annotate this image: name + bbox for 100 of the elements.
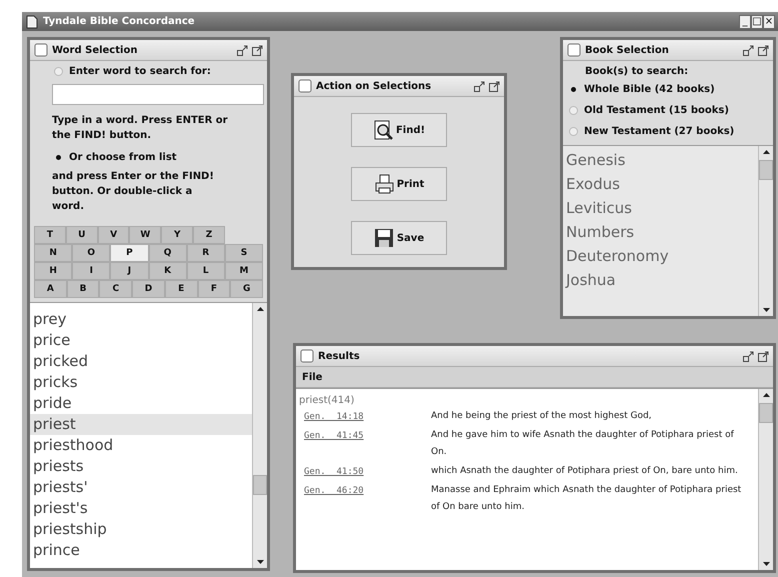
letter-tab[interactable]: Y	[161, 226, 194, 244]
scroll-up-arrow-icon[interactable]	[762, 393, 770, 397]
verse-link[interactable]: Gen. 41:50	[299, 467, 419, 480]
window-title: Tyndale Bible Concordance	[43, 16, 195, 27]
book-list-item[interactable]: Exodus	[563, 172, 758, 196]
letter-tab[interactable]: Z	[193, 226, 225, 244]
letter-tab[interactable]: P	[110, 244, 149, 262]
printer-icon	[374, 174, 394, 194]
letter-tab[interactable]: Q	[148, 244, 187, 262]
scroll-down-arrow-icon[interactable]	[762, 308, 770, 312]
letter-tab[interactable]: V	[98, 226, 130, 244]
radio-label[interactable]: Whole Bible (42 books)	[584, 84, 715, 95]
letter-tab[interactable]: H	[34, 262, 72, 280]
window-control-button[interactable]: □	[751, 14, 763, 28]
prompt-label: Book(s) to search:	[584, 65, 690, 78]
window-icon	[300, 349, 314, 363]
radio-label[interactable]: Old Testament (15 books)	[584, 105, 729, 116]
window-control-button[interactable]: _	[739, 14, 751, 28]
letter-tab[interactable]: A	[34, 280, 67, 298]
scroll-up-arrow-icon[interactable]	[256, 307, 264, 311]
maximize-icon[interactable]	[252, 44, 263, 56]
radio-button[interactable]	[569, 127, 578, 136]
word-list-item[interactable]: pricks	[30, 372, 252, 393]
window-title: Action on Selections	[316, 80, 432, 92]
radio-button[interactable]	[54, 67, 63, 76]
word-list-item[interactable]: priestship	[30, 519, 252, 540]
letter-tab[interactable]: R	[186, 244, 225, 262]
book-list-item[interactable]: Leviticus	[563, 196, 758, 220]
word-list-item[interactable]: prince	[30, 540, 252, 561]
window-icon	[567, 43, 581, 57]
letter-tab[interactable]: M	[224, 262, 264, 280]
radio-label[interactable]: Enter word to search for:	[69, 66, 211, 77]
scroll-thumb[interactable]	[253, 475, 267, 495]
verse-text: which Asnath the daughter of Potiphara priest of On, bare unto him.	[431, 465, 739, 478]
word-list-item[interactable]: prey	[30, 309, 252, 330]
radio-button[interactable]	[569, 85, 578, 94]
word-list-item[interactable]: priesthood	[30, 435, 252, 456]
app-icon	[25, 14, 39, 28]
scroll-up-arrow-icon[interactable]	[762, 150, 770, 154]
help-text: Type in a word. Press ENTER or the FIND! button.	[51, 114, 229, 143]
book-list-item[interactable]: Joshua	[563, 268, 758, 292]
verse-link[interactable]: Gen. 41:45	[299, 431, 419, 461]
letter-tab[interactable]: I	[72, 262, 110, 280]
letter-tab[interactable]: C	[99, 280, 132, 298]
restore-icon[interactable]	[743, 350, 754, 362]
radio-label[interactable]: New Testament (27 books)	[584, 126, 734, 137]
scrollbar[interactable]	[758, 146, 773, 316]
letter-tab[interactable]: S	[224, 244, 264, 262]
window-icon	[298, 79, 312, 93]
scrollbar[interactable]	[758, 389, 773, 570]
query-heading: priest(414)	[299, 395, 356, 406]
menu-item[interactable]: File	[302, 372, 322, 382]
verse-link[interactable]: Gen. 14:18	[299, 412, 419, 425]
book-list-item[interactable]: Numbers	[563, 220, 758, 244]
letter-tab[interactable]: F	[198, 280, 230, 298]
radio-button[interactable]	[54, 153, 63, 162]
restore-icon[interactable]	[237, 44, 248, 56]
radio-label[interactable]: Or choose from list	[69, 152, 177, 163]
letter-tab[interactable]: B	[66, 280, 100, 298]
radio-button[interactable]	[569, 106, 578, 115]
word-list-item[interactable]: priest's	[30, 498, 252, 519]
letter-tab[interactable]: O	[72, 244, 110, 262]
letter-tab[interactable]: G	[230, 280, 264, 298]
book-list-item[interactable]: Deuteronomy	[563, 244, 758, 268]
letter-tab[interactable]: E	[164, 280, 198, 298]
word-list-item[interactable]: priest	[30, 414, 252, 435]
action-button[interactable]: Print	[351, 167, 447, 201]
help-text: and press Enter or the FIND! button. Or double-click a word.	[51, 170, 215, 214]
letter-tab[interactable]: T	[34, 226, 66, 244]
restore-icon[interactable]	[743, 44, 754, 56]
scroll-thumb[interactable]	[759, 403, 773, 423]
scrollbar[interactable]	[252, 303, 267, 568]
maximize-icon[interactable]	[758, 350, 769, 362]
scroll-down-arrow-icon[interactable]	[762, 562, 770, 566]
action-button[interactable]: Save	[351, 221, 447, 255]
maximize-icon[interactable]	[489, 80, 500, 92]
letter-tab[interactable]: D	[132, 280, 165, 298]
letter-tab[interactable]: W	[129, 226, 162, 244]
word-list-item[interactable]: pride	[30, 393, 252, 414]
verse-text: And he being the priest of the most highest God,	[431, 410, 653, 423]
book-list-item[interactable]: Genesis	[563, 148, 758, 172]
window-control-button[interactable]: ×	[763, 14, 775, 28]
letter-tab[interactable]: N	[34, 244, 72, 262]
scroll-down-arrow-icon[interactable]	[256, 560, 264, 564]
restore-icon[interactable]	[474, 80, 485, 92]
word-list-item[interactable]: price	[30, 330, 252, 351]
letter-tab[interactable]: J	[110, 262, 149, 280]
verse-text: And he gave him to wife Asnath the daughter of Potiphara priest of On.	[431, 429, 735, 459]
letter-tab[interactable]: U	[66, 226, 98, 244]
letter-tab[interactable]: L	[186, 262, 225, 280]
letter-tab[interactable]: K	[148, 262, 187, 280]
verse-link[interactable]: Gen. 46:20	[299, 486, 419, 516]
search-field[interactable]	[52, 84, 264, 105]
window-title: Results	[318, 350, 360, 362]
word-list-item[interactable]: pricked	[30, 351, 252, 372]
maximize-icon[interactable]	[758, 44, 769, 56]
word-list-item[interactable]: priests'	[30, 477, 252, 498]
scroll-thumb[interactable]	[759, 160, 773, 180]
action-button[interactable]: Find!	[351, 113, 447, 147]
word-list-item[interactable]: priests	[30, 456, 252, 477]
